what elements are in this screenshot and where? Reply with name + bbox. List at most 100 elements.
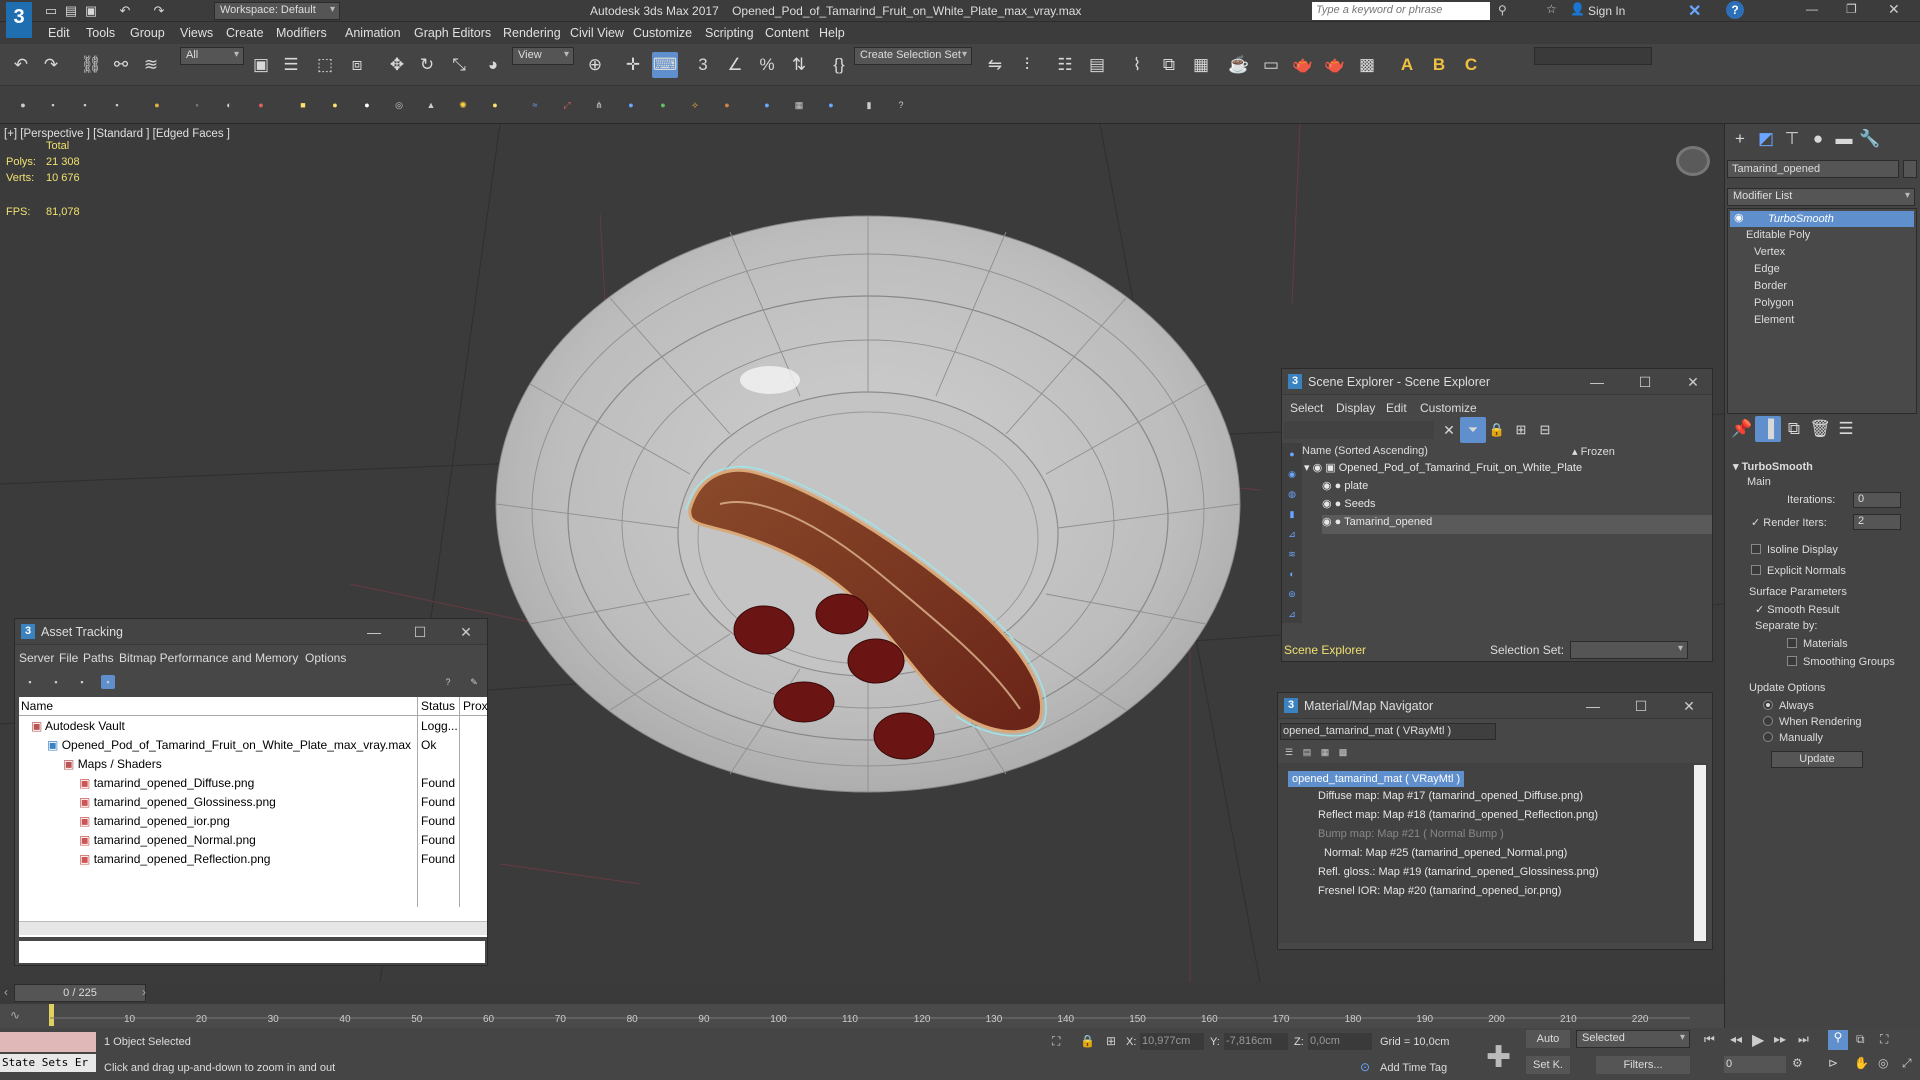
select-manipulate-icon[interactable]: ✛ (620, 52, 646, 78)
asset-col-prox[interactable]: Prox (463, 699, 488, 713)
hierarchy-tab-icon[interactable]: ⊤ (1779, 126, 1805, 152)
modifier-stack[interactable]: TurboSmooth ◉ Editable Poly Vertex Edge … (1727, 208, 1917, 414)
star-icon[interactable]: ☆ (1546, 2, 1557, 16)
render-iterative-icon[interactable]: 🫖 (1322, 52, 1348, 78)
menu-tools[interactable]: Tools (86, 26, 115, 40)
sb-icon-22[interactable]: ● (720, 98, 734, 112)
user-icon[interactable]: 👤 (1570, 2, 1585, 16)
minimize-window-icon[interactable]: — (1806, 2, 1818, 16)
frame-field[interactable]: 0 (1724, 1056, 1786, 1073)
light-icon[interactable]: ✺ (456, 98, 470, 112)
close-x-icon[interactable]: ✕ (1688, 1, 1701, 21)
y-field[interactable]: -7,816cm (1224, 1033, 1288, 1050)
se-col-frozen[interactable]: ▴ Frozen (1572, 445, 1615, 458)
asset-row[interactable]: ▣ tamarind_opened_Normal.png (79, 833, 256, 852)
create-tab-icon[interactable]: + (1727, 126, 1753, 152)
maxscript-listener[interactable] (0, 1032, 96, 1052)
display-geometry-icon[interactable]: ◉ (1285, 467, 1299, 481)
mat-item-root[interactable]: opened_tamarind_mat ( VRayMtl ) (1288, 771, 1465, 787)
make-unique-icon[interactable]: ⧉ (1781, 416, 1807, 442)
render-setup-icon[interactable]: ☕ (1226, 52, 1252, 78)
window-crossing-icon[interactable]: ⧈ (344, 52, 370, 78)
asset-menu-options[interactable]: Options (305, 651, 346, 665)
asset-row[interactable]: ▣ Opened_Pod_of_Tamarind_Fruit_on_White_… (47, 738, 411, 757)
se-menu-customize[interactable]: Customize (1420, 401, 1477, 415)
sb-icon-7[interactable]: ◐ (222, 98, 236, 112)
menu-scripting[interactable]: Scripting (705, 26, 754, 40)
pivot-center-icon[interactable]: ⊕ (582, 52, 608, 78)
viewport-label[interactable]: [+] [Perspective ] [Standard ] [Edged Fa… (4, 128, 230, 140)
named-selection-dropdown[interactable]: Create Selection Set (854, 47, 972, 65)
track-bar[interactable]: ∿ 10 20 30 40 50 60 70 80 90 100 110 120 130 140 150 16… (0, 1004, 1724, 1028)
always-radio[interactable]: Always (1763, 700, 1814, 712)
asset-row[interactable]: ▣ tamarind_opened_ior.png (79, 814, 230, 833)
asset-pin-icon[interactable]: ✎ (467, 675, 481, 689)
asset-menu-file[interactable]: File (59, 651, 78, 665)
se-menu-display[interactable]: Display (1336, 401, 1375, 415)
modify-tab-icon[interactable]: ◩ (1753, 126, 1779, 152)
mat-scrollbar[interactable] (1694, 765, 1706, 941)
select-by-name-icon[interactable]: ☰ (278, 52, 304, 78)
object-color-swatch[interactable] (1903, 160, 1917, 178)
search-input[interactable]: Type a keyword or phrase (1312, 2, 1490, 20)
asset-tb-icon-1[interactable]: ▪ (23, 675, 37, 689)
remove-modifier-icon[interactable]: 🗑 (1807, 416, 1833, 442)
sun-icon[interactable]: ● (488, 98, 502, 112)
rect-selection-icon[interactable]: ⬚ (312, 52, 338, 78)
schematic-view-icon[interactable]: ⧉ (1156, 52, 1182, 78)
curve-editor-icon[interactable]: ⌇ (1124, 52, 1150, 78)
asset-help-icon[interactable]: ? (441, 675, 455, 689)
selection-lock-icon[interactable]: 🔒 (1080, 1034, 1095, 1048)
mirror-icon[interactable]: ⇋ (982, 52, 1008, 78)
mat-item-normal[interactable]: Normal: Map #25 (tamarind_opened_Normal.… (1324, 847, 1567, 866)
select-object-icon[interactable]: ▣ (248, 52, 274, 78)
save-file-icon[interactable]: ▣ (78, 0, 104, 24)
asset-row[interactable]: ▣ tamarind_opened_Glossiness.png (79, 795, 276, 814)
maximize-icon[interactable]: ☐ (1636, 373, 1654, 391)
menu-create[interactable]: Create (226, 26, 264, 40)
sb-icon-6[interactable]: ◦ (190, 98, 204, 112)
render-frame-window-icon[interactable]: ▩ (1354, 52, 1380, 78)
asset-tb-icon-4[interactable]: ▪ (101, 675, 115, 689)
bind-space-warp-icon[interactable]: ≋ (138, 52, 164, 78)
lock-icon[interactable]: 🔒 (1484, 417, 1510, 443)
next-frame-icon[interactable]: ▸▸ (1774, 1032, 1786, 1046)
se-menu-edit[interactable]: Edit (1386, 401, 1407, 415)
se-menu-select[interactable]: Select (1290, 401, 1323, 415)
add-time-tag[interactable]: Add Time Tag (1380, 1062, 1447, 1074)
update-button[interactable]: Update (1771, 751, 1863, 768)
undo-icon[interactable]: ↶ (8, 52, 34, 78)
configure-sets-icon[interactable]: ☰ (1833, 416, 1859, 442)
redo-icon[interactable]: ↷ (146, 0, 172, 24)
key-filters-button[interactable]: Filters... (1596, 1056, 1690, 1074)
menu-content[interactable]: Content (765, 26, 809, 40)
asset-row[interactable]: ▣ tamarind_opened_Reflection.png (79, 852, 270, 871)
viewcube-icon[interactable] (1676, 146, 1710, 176)
mat-nav-field[interactable]: opened_tamarind_mat ( VRayMtl ) (1280, 723, 1496, 740)
time-slider[interactable]: ‹ 0 / 225 › (0, 982, 1724, 1004)
menu-modifiers[interactable]: Modifiers (276, 26, 327, 40)
help-icon[interactable]: ? (1726, 1, 1744, 19)
geosphere-icon[interactable]: ● (360, 98, 374, 112)
utilities-tab-icon[interactable]: 🔧 (1857, 126, 1883, 152)
asset-col-name[interactable]: Name (21, 699, 53, 713)
large-icons-view-icon[interactable]: ▩ (1336, 745, 1350, 759)
cone-icon[interactable]: ▲ (424, 98, 438, 112)
se-item-plate[interactable]: ◉ ● plate (1322, 479, 1702, 498)
ribbon-icon[interactable]: ▤ (1084, 52, 1110, 78)
asset-row[interactable]: ▣ tamarind_opened_Diffuse.png (79, 776, 254, 795)
display-lights-icon[interactable]: ▮ (1285, 507, 1299, 521)
restore-window-icon[interactable]: ❐ (1846, 2, 1857, 16)
sb-icon-16[interactable]: ≈ (528, 98, 542, 112)
sb-icon-25[interactable]: ● (824, 98, 838, 112)
sb-icon-1[interactable]: ● (16, 98, 30, 112)
clear-search-icon[interactable]: ✕ (1436, 417, 1462, 443)
asset-tb-icon-2[interactable]: ▪ (49, 675, 63, 689)
torus-icon[interactable]: ◎ (392, 98, 406, 112)
unlink-icon[interactable]: ⚯ (108, 52, 134, 78)
close-window-icon[interactable]: ✕ (1888, 1, 1900, 18)
text-b-icon[interactable]: B (1426, 52, 1452, 78)
menu-graph-editors[interactable]: Graph Editors (414, 26, 491, 40)
render-iters-checkbox[interactable]: ✓ Render Iters: (1751, 516, 1827, 529)
asset-path-field[interactable] (19, 941, 485, 963)
